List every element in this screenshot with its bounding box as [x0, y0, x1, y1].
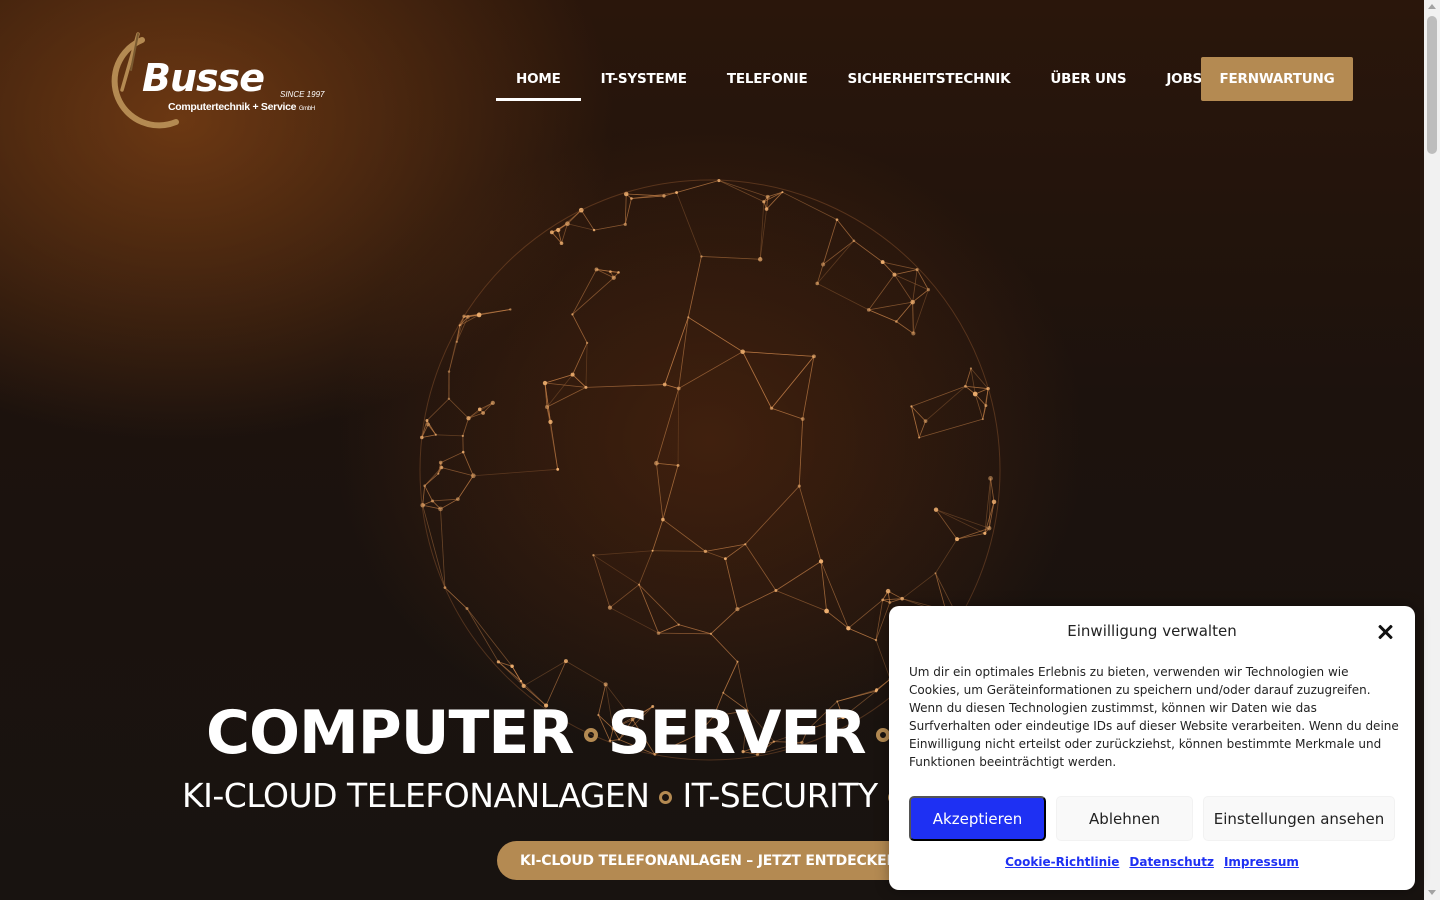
cookie-dialog-title: Einwilligung verwalten: [1067, 622, 1237, 640]
nav-item-sicherheitstechnik[interactable]: SICHERHEITSTECHNIK: [828, 57, 1031, 101]
cookie-consent-dialog: Einwilligung verwalten Um dir ein optima…: [889, 606, 1415, 890]
hero-subline: KI-CLOUD TELEFONANLAGEN IT-SECURITY: [182, 776, 911, 815]
subline-item: IT-SECURITY: [682, 776, 878, 815]
cookie-links: Cookie-Richtlinie Datenschutz Impressum: [889, 855, 1415, 869]
brand-logo[interactable]: Busse SINCE 1997 Computertechnik + Servi…: [80, 30, 330, 134]
hero-headline: COMPUTER SERVER IT: [206, 698, 962, 768]
headline-word: SERVER: [607, 698, 867, 768]
cookie-dialog-text: Um dir ein optimales Erlebnis zu bieten,…: [909, 665, 1399, 769]
bullet-dot-icon: [583, 728, 598, 742]
main-navigation: HOME IT-SYSTEME TELEFONIE SICHERHEITSTEC…: [496, 57, 1222, 101]
bullet-dot-icon: [659, 791, 673, 804]
logo-wordmark: Busse: [142, 56, 265, 100]
logo-since: SINCE 1997: [280, 90, 325, 99]
nav-item-home[interactable]: HOME: [496, 57, 581, 101]
fernwartung-button[interactable]: FERNWARTUNG: [1201, 57, 1353, 101]
close-icon[interactable]: [1377, 624, 1393, 640]
page-scrollbar[interactable]: [1424, 0, 1440, 900]
scroll-up-arrow-icon[interactable]: [1428, 4, 1436, 9]
nav-item-telefonie[interactable]: TELEFONIE: [707, 57, 828, 101]
bullet-dot-icon: [875, 728, 890, 742]
logo-tagline: Computertechnik + Service GmbH: [168, 101, 315, 113]
nav-item-it-systeme[interactable]: IT-SYSTEME: [581, 57, 707, 101]
scroll-thumb[interactable]: [1427, 16, 1437, 154]
cookie-policy-link[interactable]: Cookie-Richtlinie: [1005, 855, 1119, 869]
imprint-link[interactable]: Impressum: [1224, 855, 1299, 869]
subline-item: KI-CLOUD TELEFONANLAGEN: [182, 776, 650, 815]
headline-word: COMPUTER: [206, 698, 575, 768]
deny-button[interactable]: Ablehnen: [1056, 796, 1193, 841]
hero-cta-button[interactable]: KI-CLOUD TELEFONANLAGEN – JETZT ENTDECKE…: [497, 841, 907, 880]
accept-button[interactable]: Akzeptieren: [909, 796, 1046, 841]
scroll-down-arrow-icon[interactable]: [1428, 890, 1436, 895]
privacy-link[interactable]: Datenschutz: [1129, 855, 1214, 869]
nav-item-ueber-uns[interactable]: ÜBER UNS: [1030, 57, 1146, 101]
view-settings-button[interactable]: Einstellungen ansehen: [1203, 796, 1395, 841]
